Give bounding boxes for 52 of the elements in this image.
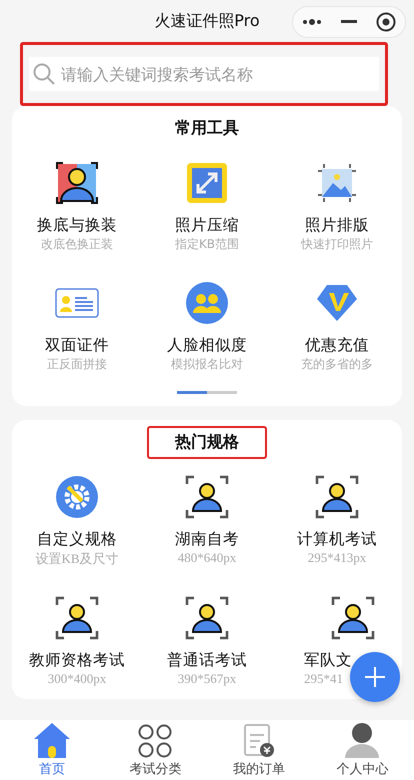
spec-name[interactable]: 教师资格考试: [29, 650, 125, 671]
close-icon[interactable]: [376, 12, 396, 32]
tool-description: 快速打印照片: [301, 236, 373, 253]
tool-name[interactable]: 人脸相似度: [167, 335, 247, 356]
tool-description: 模拟报名比对: [171, 356, 243, 373]
tab[interactable]: 首页: [0, 720, 104, 780]
tool-name[interactable]: 照片排版: [305, 215, 369, 236]
spec-size: 295*41: [304, 671, 343, 687]
tab[interactable]: 我的订单: [207, 720, 310, 780]
tool-description: 改底色换正装: [41, 236, 113, 253]
plus-icon: [364, 666, 386, 688]
grid-icon: [138, 724, 172, 758]
spec-size: 295*413px: [308, 550, 366, 566]
portrait-icon: [185, 475, 229, 519]
spec-name[interactable]: 自定义规格: [37, 529, 117, 550]
spec-size: 480*640px: [178, 550, 236, 566]
tool-name[interactable]: 双面证件: [45, 335, 109, 356]
app-title: 火速证件照Pro: [154, 10, 260, 32]
section-title: 热门规格: [147, 426, 267, 459]
portrait-icon: [331, 596, 375, 640]
diamond-icon: [315, 283, 359, 323]
portrait-icon: [55, 161, 99, 205]
section-title: 常用工具: [174, 117, 240, 139]
gear-wrench-icon: [56, 476, 98, 518]
spec-size: 300*400px: [48, 671, 106, 687]
people-icon: [186, 282, 228, 324]
home-icon: [32, 722, 71, 758]
spec-name[interactable]: 军队文: [304, 650, 352, 671]
search-field[interactable]: 请输入关键词搜索考试名称: [29, 57, 379, 91]
tool-description: 充的多省的多: [301, 356, 373, 373]
portrait-icon: [55, 596, 99, 640]
tool-name[interactable]: 换底与换装: [37, 215, 117, 236]
resize-icon: [186, 162, 228, 204]
minimize-icon[interactable]: [340, 20, 357, 24]
portrait-icon: [315, 475, 359, 519]
id-card-icon: [55, 288, 99, 318]
tool-description: 指定KB范围: [174, 236, 240, 253]
image-icon: [315, 163, 359, 203]
spec-size: 390*567px: [178, 671, 236, 687]
tab[interactable]: 个人中心: [310, 720, 414, 780]
tab[interactable]: 考试分类: [104, 720, 207, 780]
user-icon: [344, 722, 380, 758]
tool-description: 正反面拼接: [47, 356, 107, 373]
spec-name[interactable]: 计算机考试: [297, 529, 377, 550]
tool-name[interactable]: 照片压缩: [175, 215, 239, 236]
search-icon: [33, 63, 55, 85]
spec-name[interactable]: 普通话考试: [167, 650, 247, 671]
portrait-icon: [185, 596, 229, 640]
more-icon[interactable]: [302, 19, 322, 25]
spec-name[interactable]: 湖南自考: [175, 529, 239, 550]
tool-name[interactable]: 优惠充值: [305, 335, 369, 356]
spec-size: 设置KB及尺寸: [35, 550, 119, 568]
